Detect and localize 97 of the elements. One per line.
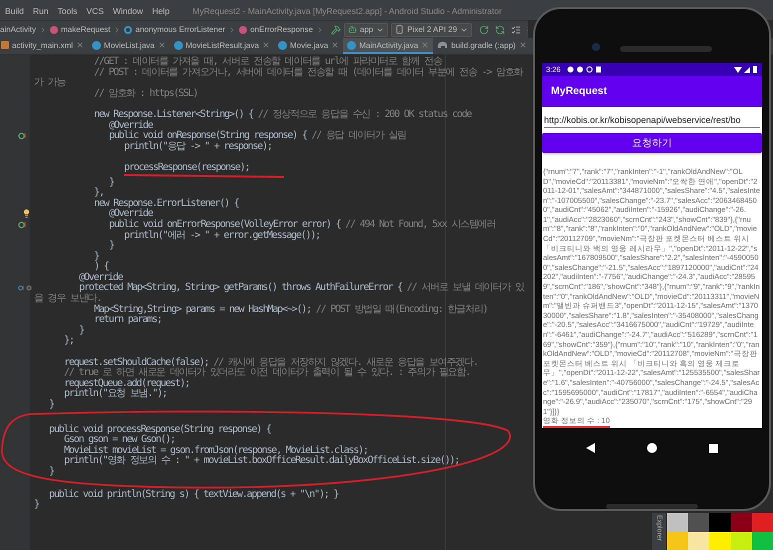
list-icon[interactable] — [511, 24, 522, 34]
override-marker-icon — [18, 132, 26, 140]
home-icon[interactable] — [647, 443, 657, 454]
layout-file-icon — [1, 41, 9, 49]
close-icon[interactable] — [76, 41, 84, 49]
code-line: } — [78, 326, 85, 336]
color-swatch[interactable] — [730, 532, 752, 550]
code-line: MovieList movieList = gson.fromJson(response, MovieList.class); — [63, 446, 368, 456]
color-swatch[interactable] — [667, 513, 688, 532]
code-line: return params; — [93, 315, 162, 326]
code-line: new Response.Listener<String>() { // 정상적으로 응답을 수신 : 200 OK status code — [93, 110, 473, 120]
code-line: public void processResponse(String response) { — [48, 424, 272, 435]
device-dropdown[interactable]: Pixel 2 API 29 — [391, 22, 472, 36]
code-line: }, — [93, 188, 105, 199]
run-config-dropdown[interactable]: app — [344, 22, 388, 36]
close-icon[interactable] — [518, 41, 527, 49]
method-icon — [239, 26, 248, 34]
breadcrumb-item[interactable]: onErrorResponse — [250, 25, 313, 34]
file-tab[interactable]: MovieListResult.java — [170, 38, 274, 54]
code-line: protected Map<String, String> getParams() throws AuthFailureError { // 서버로 보낼 데이터가 있을 경우 보낸다. — [33, 283, 526, 304]
code-line: @Override — [78, 272, 124, 283]
code-line: } — [93, 252, 100, 262]
hammer-icon[interactable] — [330, 24, 341, 34]
class-icon — [92, 40, 101, 50]
menu-item[interactable]: Build — [5, 6, 24, 16]
color-swatch[interactable] — [752, 532, 773, 550]
file-tab[interactable]: MainActivity.java — [343, 38, 434, 54]
file-tab[interactable]: MovieList.java — [88, 38, 170, 54]
code-line: @Override — [108, 120, 153, 131]
class-icon — [347, 40, 356, 50]
code-line: public void println(String s) { textView.append(s + "\n"); } — [48, 490, 340, 500]
back-icon[interactable] — [586, 443, 595, 454]
menu-item[interactable]: Tools — [58, 6, 78, 16]
class-icon — [278, 40, 287, 50]
code-line: @Override — [108, 209, 153, 220]
close-icon[interactable] — [158, 41, 166, 49]
close-icon[interactable] — [331, 41, 340, 49]
recents-icon[interactable] — [709, 444, 718, 453]
code-line: request.setShouldCache(false); // 캐시에 응답을 저장하지 않겠다. 새로운 응답을 보여주겠다. — [63, 358, 479, 368]
override-marker-icon — [18, 220, 26, 229]
code-line: // POST : 데이터를 가져오거나, 서버에 데이터를 전송할 때 (데이터를 데이터 부분에 전송 -> 암호화가 가능 — [33, 68, 524, 88]
color-swatch[interactable] — [752, 513, 773, 532]
color-swatch[interactable] — [730, 513, 752, 532]
override-marker-icon — [18, 284, 24, 292]
code-line: println("영화 정보의 수 : " + movieList.boxOfficeResult.dailyBoxOfficeList.size()); — [63, 456, 460, 467]
method-icon — [50, 26, 58, 34]
code-line: }; — [63, 336, 75, 348]
code-line: // 암호화 : https(SSL) — [93, 88, 199, 100]
close-icon[interactable] — [262, 41, 270, 49]
code-line: println("요청 보냄."); — [63, 389, 167, 400]
code-line: } — [48, 400, 55, 411]
menu-item[interactable]: Run — [32, 6, 48, 16]
refresh-icon[interactable] — [495, 24, 506, 34]
window-title: MyRequest2 - MainActivity.java [MyRequest2.app] - Android Studio - Administrator — [192, 6, 502, 16]
code-line: public void onResponse(String response) { // 응답 데이터가 실림 — [108, 131, 407, 142]
color-swatch[interactable] — [667, 532, 688, 550]
camera-icon — [592, 43, 600, 51]
app-title: MyRequest — [542, 76, 762, 107]
code-line: } — [108, 178, 115, 188]
code-line: requestQueue.add(request); — [63, 378, 190, 389]
color-swatch[interactable] — [688, 513, 710, 532]
at-sign-icon — [26, 284, 32, 292]
class-icon — [174, 40, 183, 50]
code-line: println("응답 -> " + response); — [123, 142, 273, 152]
color-swatch[interactable] — [709, 513, 731, 532]
color-swatch[interactable] — [688, 532, 710, 550]
code-line: processResponse(response); — [123, 162, 250, 174]
phone-icon — [395, 25, 404, 34]
menu-item[interactable]: Window — [112, 6, 144, 16]
code-line: //GET : 데이터를 가져올 때, 서버로 전송할 데이터를 url에 파라미터로 함께 전송 — [93, 57, 444, 67]
code-line: Map<String,String> params = new HashMap<~>(); // POST 방법일 때(Encoding: 한글처리) — [93, 304, 488, 315]
close-icon[interactable] — [421, 41, 430, 49]
menu-item[interactable]: VCS — [86, 6, 104, 16]
lightbulb-icon[interactable] — [22, 209, 31, 218]
code-line: ) { — [94, 262, 108, 272]
rerun-icon[interactable] — [479, 24, 490, 34]
breadcrumb-item[interactable]: ainActivity — [0, 25, 36, 34]
color-swatch[interactable] — [709, 532, 731, 550]
code-line: // true 로 하면 새로운 데이터가 있더라도 이전 데이터가 출력이 될 수 있다. : 주의가 필요함. — [63, 368, 472, 378]
file-tab[interactable]: activity_main.xml — [0, 38, 88, 54]
elephant-icon — [437, 41, 448, 49]
code-line: new Response.ErrorListener() { — [93, 198, 240, 209]
code-line: } — [48, 466, 55, 478]
code-line: } — [33, 500, 40, 511]
menu-item[interactable]: Help — [152, 6, 170, 16]
code-line: println("에러 -> " + error.getMessage()); — [123, 230, 321, 242]
code-line: Gson gson = new Gson(); — [64, 435, 175, 446]
code-line: public void onErrorResponse(VolleyError error) { // 494 Not Found, 5xx 시스템에러 — [108, 220, 496, 230]
code-line: } — [108, 241, 115, 252]
robot-icon — [348, 25, 357, 34]
ring-icon — [124, 26, 132, 34]
signal-battery-drawing — [734, 66, 758, 73]
breadcrumb-item[interactable]: makeRequest — [61, 25, 110, 34]
file-tab[interactable]: Movie.java — [274, 38, 344, 54]
file-tab[interactable]: build.gradle (:app) — [433, 38, 531, 54]
breadcrumb-item[interactable]: anonymous ErrorListener — [135, 25, 226, 34]
request-button[interactable]: 요청하기 — [542, 132, 762, 153]
